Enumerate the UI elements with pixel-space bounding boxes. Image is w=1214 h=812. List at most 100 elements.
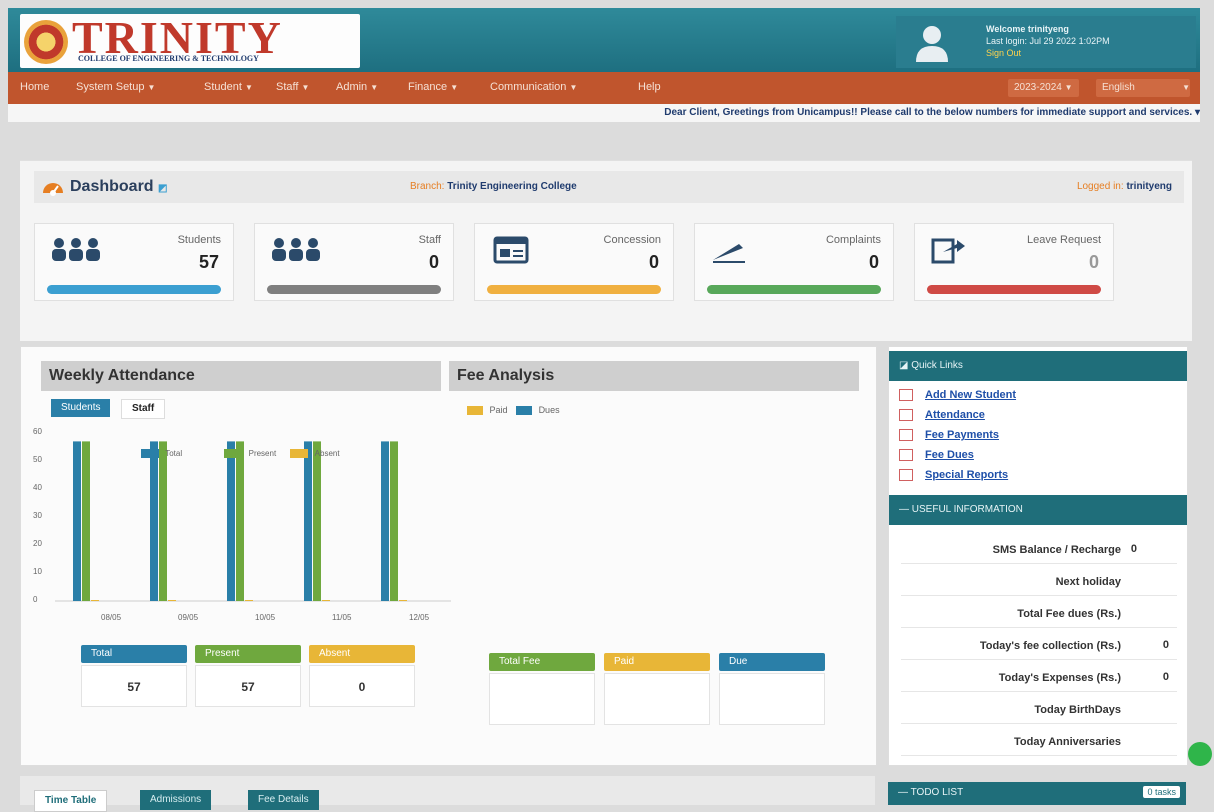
- bar-total: [73, 441, 81, 601]
- y-tick-label: 50: [33, 455, 42, 464]
- bar-absent: [168, 600, 176, 601]
- calendar-icon: [899, 409, 913, 422]
- logged-in-user: trinityeng: [1126, 181, 1172, 192]
- minus-icon: —: [899, 504, 909, 515]
- year-select[interactable]: 2023-2024 ▼: [1008, 79, 1079, 97]
- tab-fee-details[interactable]: Fee Details: [248, 790, 319, 810]
- bar-absent: [91, 600, 99, 601]
- dashboard-summary: Dashboard ◩ Branch: Trinity Engineering …: [20, 160, 1192, 341]
- pin-icon: ◩: [158, 183, 168, 194]
- x-tick-label: 09/05: [178, 613, 199, 622]
- minus-icon: —: [898, 787, 908, 798]
- nav-admin[interactable]: Admin ▼: [336, 81, 378, 93]
- fee-legend: Paid Dues: [467, 405, 560, 416]
- dashboard-header: Dashboard ◩ Branch: Trinity Engineering …: [34, 171, 1184, 203]
- pen-icon: [713, 244, 745, 263]
- wallet-icon: [899, 429, 913, 442]
- quick-link-attendance[interactable]: Attendance: [899, 409, 985, 422]
- summary-present-label: Present: [195, 645, 301, 663]
- bar-total: [227, 441, 235, 601]
- y-tick-label: 20: [33, 539, 42, 548]
- info-row: Total Fee dues (Rs.): [901, 601, 1177, 628]
- college-seal-icon: [24, 20, 68, 64]
- caret-down-icon: ▼: [147, 83, 156, 92]
- page-title: Dashboard ◩: [70, 178, 168, 195]
- attendance-panel-title: Weekly Attendance: [41, 361, 441, 391]
- caret-down-icon: ▼: [244, 83, 253, 92]
- quick-link-fee-payments[interactable]: Fee Payments: [899, 429, 999, 442]
- fee-paid-label: Paid: [604, 653, 710, 671]
- info-row: Today's Expenses (Rs.) 0: [901, 665, 1177, 692]
- x-tick-label: 11/05: [332, 613, 352, 622]
- user-avatar-icon: [916, 26, 948, 62]
- id-card-icon: [493, 236, 529, 264]
- nav-staff[interactable]: Staff ▼: [276, 81, 309, 93]
- legend-swatch: [290, 449, 309, 459]
- quick-link-fee-dues[interactable]: Fee Dues: [899, 449, 974, 462]
- stat-value: 0: [868, 252, 879, 272]
- useful-info-header: — USEFUL INFORMATION: [889, 495, 1187, 525]
- legend-swatch: [516, 406, 533, 416]
- scroll-arrow-icon: ▾: [1194, 107, 1200, 118]
- user-panel: Welcome trinityeng Last login: Jul 29 20…: [896, 16, 1196, 68]
- nav-student[interactable]: Student ▼: [204, 81, 253, 93]
- info-row: Today BirthDays: [901, 697, 1177, 724]
- bar-total: [304, 441, 312, 601]
- bar-present: [236, 441, 244, 601]
- tab-staff[interactable]: Staff: [121, 399, 166, 419]
- stat-bar: [927, 285, 1101, 294]
- app-header: TRINITY COLLEGE OF ENGINEERING & TECHNOL…: [8, 8, 1200, 72]
- caret-down-icon: ▼: [1064, 83, 1073, 92]
- quick-link-add-student[interactable]: Add New Student: [899, 389, 1016, 402]
- stat-value: 0: [648, 252, 659, 272]
- stat-label: Concession: [603, 234, 661, 246]
- stat-card-students[interactable]: Students 57: [34, 223, 234, 301]
- stat-card-staff[interactable]: Staff 0: [254, 223, 454, 301]
- nav-communication[interactable]: Communication ▼: [490, 81, 577, 93]
- bar-present: [82, 441, 90, 601]
- stat-value: 0: [428, 252, 439, 272]
- todo-count-badge: 0 tasks: [1143, 786, 1180, 798]
- branch-info: Branch: Trinity Engineering College: [410, 181, 577, 192]
- users-icon: [52, 238, 100, 261]
- chart-legend: Total Present Absent: [141, 449, 340, 459]
- info-row: Today's fee collection (Rs.) 0: [901, 633, 1177, 660]
- y-tick-label: 30: [33, 511, 42, 520]
- stat-card-concession[interactable]: Concession 0: [474, 223, 674, 301]
- tab-students[interactable]: Students: [51, 399, 111, 417]
- dashboard-icon: [43, 183, 63, 196]
- nav-system-setup[interactable]: System Setup ▼: [76, 81, 155, 93]
- bottom-panel: Time Table Admissions Fee Details: [20, 776, 875, 812]
- attendance-chart: 60 50 40 30 20 10 0 Total Present Absent: [31, 427, 451, 627]
- summary-total-label: Total: [81, 645, 187, 663]
- stat-label: Staff: [418, 234, 441, 246]
- edit-icon: [899, 469, 913, 482]
- tab-admissions[interactable]: Admissions: [140, 790, 212, 810]
- stat-label: Leave Request: [1027, 234, 1101, 246]
- bar-absent: [322, 600, 330, 601]
- stat-bar: [487, 285, 661, 294]
- sign-out-link[interactable]: Sign Out: [986, 48, 1021, 58]
- whatsapp-icon[interactable]: [1188, 742, 1212, 766]
- main-nav: Home System Setup ▼ Student ▼ Staff ▼ Ad…: [8, 72, 1200, 104]
- stat-bar: [47, 285, 221, 294]
- nav-home[interactable]: Home: [20, 81, 49, 93]
- stat-card-complaints[interactable]: Complaints 0: [694, 223, 894, 301]
- fee-due-label: Due: [719, 653, 825, 671]
- stat-card-leave-request[interactable]: Leave Request 0: [914, 223, 1114, 301]
- language-select[interactable]: English ▼: [1096, 79, 1190, 97]
- stat-label: Students: [177, 234, 221, 246]
- college-logo: TRINITY COLLEGE OF ENGINEERING & TECHNOL…: [20, 14, 360, 68]
- x-tick-label: 10/05: [255, 613, 276, 622]
- welcome-text: Welcome trinityeng: [986, 24, 1069, 34]
- nav-help[interactable]: Help: [638, 81, 661, 93]
- announcement-marquee: Dear Client, Greetings from Unicampus!! …: [8, 104, 1200, 122]
- tab-time-table[interactable]: Time Table: [34, 790, 108, 812]
- y-tick-label: 10: [33, 567, 42, 576]
- chart-line-icon: [899, 449, 913, 462]
- side-panel: ◪ Quick Links Add New Student Attendance…: [888, 346, 1188, 766]
- info-row: SMS Balance / Recharge 0: [901, 537, 1177, 564]
- nav-finance[interactable]: Finance ▼: [408, 81, 458, 93]
- summary-absent-label: Absent: [309, 645, 415, 663]
- quick-link-special-reports[interactable]: Special Reports: [899, 469, 1008, 482]
